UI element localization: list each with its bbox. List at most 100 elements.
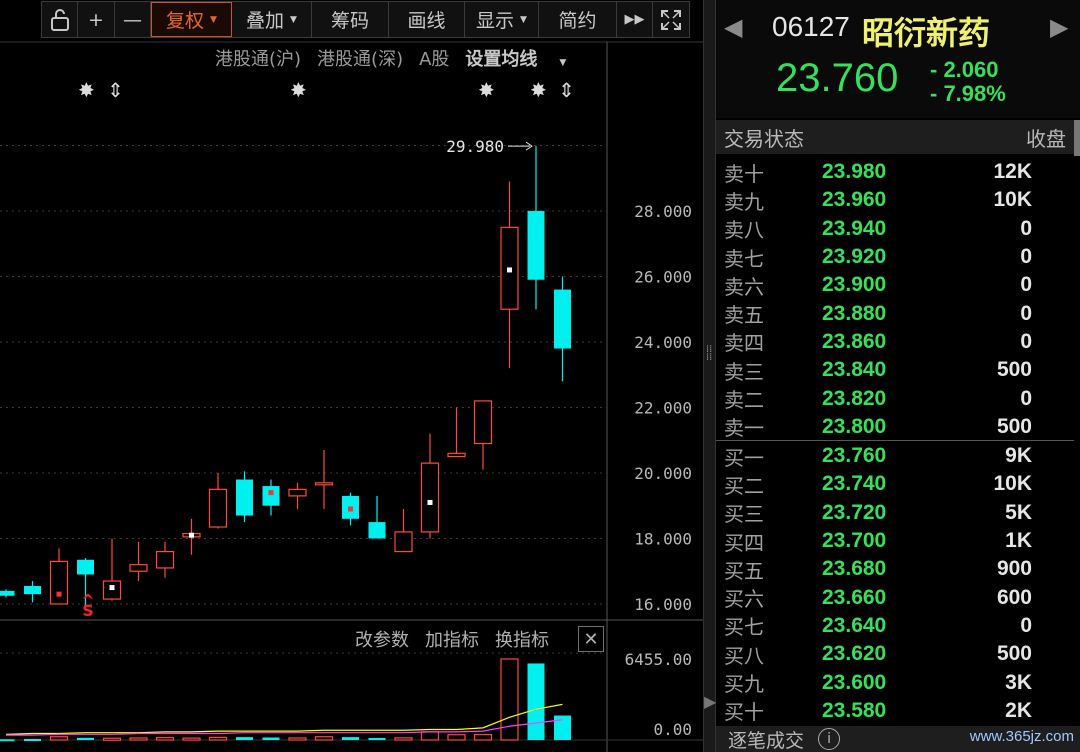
order-book-row[interactable]: 买三 23.720 5K: [716, 499, 1080, 527]
order-price: 23.860: [822, 329, 887, 353]
trade-status-row: 交易状态 收盘: [716, 120, 1074, 154]
order-book-row[interactable]: 卖四 23.860 0: [716, 328, 1080, 356]
order-book-row[interactable]: 买九 23.600 3K: [716, 668, 1080, 697]
order-book-row[interactable]: 卖八 23.940 0: [716, 215, 1080, 243]
volume-tick-label: 6455.00: [625, 650, 692, 669]
order-book-row[interactable]: 卖五 23.880 0: [716, 299, 1080, 328]
switch-indicator-link[interactable]: 换指标: [495, 626, 549, 652]
order-level-label: 买五: [724, 558, 764, 583]
order-book-row[interactable]: 买五 23.680 900: [716, 555, 1080, 583]
event-arrow-icon[interactable]: ⇕: [107, 80, 124, 100]
y-tick-label: 24.000: [634, 333, 692, 352]
order-book-row[interactable]: 卖七 23.920 0: [716, 243, 1080, 271]
hk-connect-sh-link[interactable]: 港股通(沪): [215, 45, 301, 71]
order-book-row[interactable]: 卖二 23.820 0: [716, 384, 1080, 413]
chips-label: 筹码: [330, 10, 369, 32]
sell-order-book: 卖十 23.980 12K 卖九 23.960 10K 卖八 23.940 0 卖七 23.920 0…: [716, 158, 1080, 441]
draw-line-button[interactable]: 画线: [389, 2, 465, 37]
indicator-bar: 改参数 加指标 换指标: [355, 626, 565, 652]
volume-bar: [368, 737, 386, 740]
simple-mode-button[interactable]: 简约: [539, 2, 617, 37]
display-button[interactable]: 显示 ▼: [465, 2, 539, 37]
order-price: 23.740: [822, 472, 887, 496]
order-level-label: 买一: [724, 445, 764, 470]
event-marker: [189, 532, 194, 538]
volume-bar: [554, 715, 571, 740]
event-marker: [109, 585, 115, 591]
next-stock-icon[interactable]: ▶: [1050, 13, 1068, 41]
volume-bar: [420, 731, 440, 741]
candle-body: [473, 400, 493, 445]
volume-bar: [527, 663, 545, 740]
prev-stock-icon[interactable]: ◀: [724, 13, 742, 41]
y-tick-label: 18.000: [634, 529, 692, 548]
event-marker: [268, 490, 274, 496]
info-icon[interactable]: i: [818, 728, 841, 750]
last-price: 23.760: [776, 56, 899, 100]
order-book-row[interactable]: 卖十 23.980 12K: [716, 158, 1080, 186]
volume-bar: [155, 737, 175, 741]
candle-body: [554, 289, 571, 349]
order-level-label: 卖九: [724, 189, 764, 214]
order-volume: 9K: [1005, 444, 1032, 468]
chart-panel[interactable]: 28.000 26.000 24.000 22.000 20.000 18.000 16.0…: [0, 0, 703, 752]
event-marker: [507, 267, 512, 273]
order-book-row[interactable]: 买八 23.620 500: [716, 640, 1080, 668]
event-star-icon[interactable]: ✸: [290, 80, 307, 100]
stock-code: 06127: [772, 11, 850, 42]
stock-name: 昭衍新药: [862, 14, 991, 52]
volume-bar: [262, 737, 280, 740]
order-volume: 10K: [993, 188, 1032, 212]
fast-forward-icon: ▶▶: [624, 12, 645, 27]
y-tick-label: 28.000: [634, 202, 692, 221]
order-price: 23.960: [822, 188, 887, 212]
fast-forward-button[interactable]: ▶▶: [617, 2, 653, 37]
adjust-rights-button[interactable]: 复权 ▼: [151, 2, 232, 37]
order-book-row[interactable]: 卖三 23.840 500: [716, 356, 1080, 384]
volume-bar: [24, 738, 41, 741]
event-arrow-icon[interactable]: ⇕: [558, 80, 575, 100]
overlay-button[interactable]: 叠加 ▼: [232, 2, 312, 37]
event-star-icon[interactable]: ✸: [478, 80, 495, 100]
order-book-row[interactable]: 卖六 23.900 0: [716, 271, 1080, 299]
scrollbar[interactable]: [1074, 120, 1080, 156]
order-level-label: 买七: [724, 615, 764, 640]
close-indicator-button[interactable]: ✕: [578, 626, 604, 652]
panel-splitter[interactable]: ⁞⁞ ⁞⁞ ▶: [703, 0, 716, 752]
fullscreen-button[interactable]: [653, 2, 689, 37]
candle-body: [420, 462, 440, 533]
volume-bar: [102, 737, 122, 741]
expand-arrow-icon[interactable]: ▶: [704, 692, 716, 711]
candle-body: [262, 486, 280, 506]
order-volume: 0: [1020, 216, 1032, 240]
candle-body: [368, 522, 386, 539]
event-star-icon[interactable]: ✸: [530, 80, 547, 100]
zoom-in-button[interactable]: +: [78, 2, 115, 37]
modify-params-link[interactable]: 改参数: [355, 626, 409, 652]
order-book-row[interactable]: 买七 23.640 0: [716, 612, 1080, 640]
a-share-link[interactable]: A股: [419, 45, 449, 71]
order-book-row[interactable]: 买十 23.580 2K: [716, 697, 1080, 725]
order-book-row[interactable]: 买一 23.760 9K: [716, 442, 1080, 470]
order-book-row[interactable]: 买四 23.700 1K: [716, 527, 1080, 555]
hk-connect-sz-link[interactable]: 港股通(深): [317, 45, 403, 71]
volume-bar: [473, 734, 493, 741]
order-price: 23.680: [822, 557, 887, 581]
zoom-out-button[interactable]: —: [115, 2, 151, 37]
candle-body: [447, 452, 466, 458]
price-change-percent: - 7.98%: [930, 81, 1006, 106]
chips-button[interactable]: 筹码: [312, 2, 389, 37]
order-book-row[interactable]: 卖一 23.800 500: [716, 413, 1080, 441]
order-level-label: 买十: [724, 700, 764, 725]
order-book-row[interactable]: 买六 23.660 600: [716, 583, 1080, 612]
order-book-row[interactable]: 卖九 23.960 10K: [716, 186, 1080, 214]
sell-signal-icon[interactable]: ^ S: [80, 593, 96, 619]
add-indicator-link[interactable]: 加指标: [425, 626, 479, 652]
order-book-row[interactable]: 买二 23.740 10K: [716, 470, 1080, 498]
watermark-text: www.365jz.com: [969, 728, 1074, 745]
unlock-button[interactable]: [42, 2, 78, 37]
y-tick-label: 16.000: [634, 595, 692, 614]
event-star-icon[interactable]: ✸: [78, 80, 95, 100]
ma-settings-link[interactable]: 设置均线 ▼: [465, 45, 582, 71]
y-tick-label: 20.000: [634, 464, 692, 483]
